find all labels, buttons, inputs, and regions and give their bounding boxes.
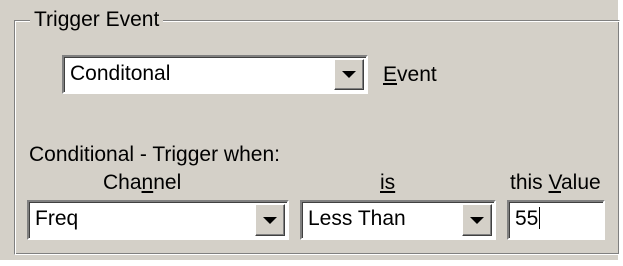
event-dropdown-button[interactable] [334, 59, 364, 90]
value-input-text: 55 [515, 207, 539, 230]
text-caret [539, 207, 541, 229]
groupbox-title: Trigger Event [30, 8, 164, 32]
comparison-dropdown[interactable]: Less Than [300, 200, 496, 240]
channel-dropdown[interactable]: Freq [27, 200, 289, 240]
event-type-value: Conditonal [70, 62, 171, 85]
chevron-down-icon [470, 216, 484, 224]
comparison-dropdown-button[interactable] [462, 204, 492, 236]
channel-label: Channel [103, 171, 182, 194]
event-type-dropdown[interactable]: Conditonal [62, 55, 368, 94]
chevron-down-icon [342, 71, 356, 78]
channel-value: Freq [35, 207, 79, 230]
value-input[interactable]: 55 [507, 200, 605, 240]
value-label: this Value [510, 171, 601, 194]
comparison-value: Less Than [308, 207, 406, 230]
chevron-down-icon [263, 216, 277, 224]
window-edge [0, 260, 623, 266]
channel-dropdown-button[interactable] [255, 204, 285, 236]
conditional-heading: Conditional - Trigger when: [29, 143, 280, 166]
event-label: Event [383, 63, 437, 86]
comparison-label: is [380, 171, 396, 194]
